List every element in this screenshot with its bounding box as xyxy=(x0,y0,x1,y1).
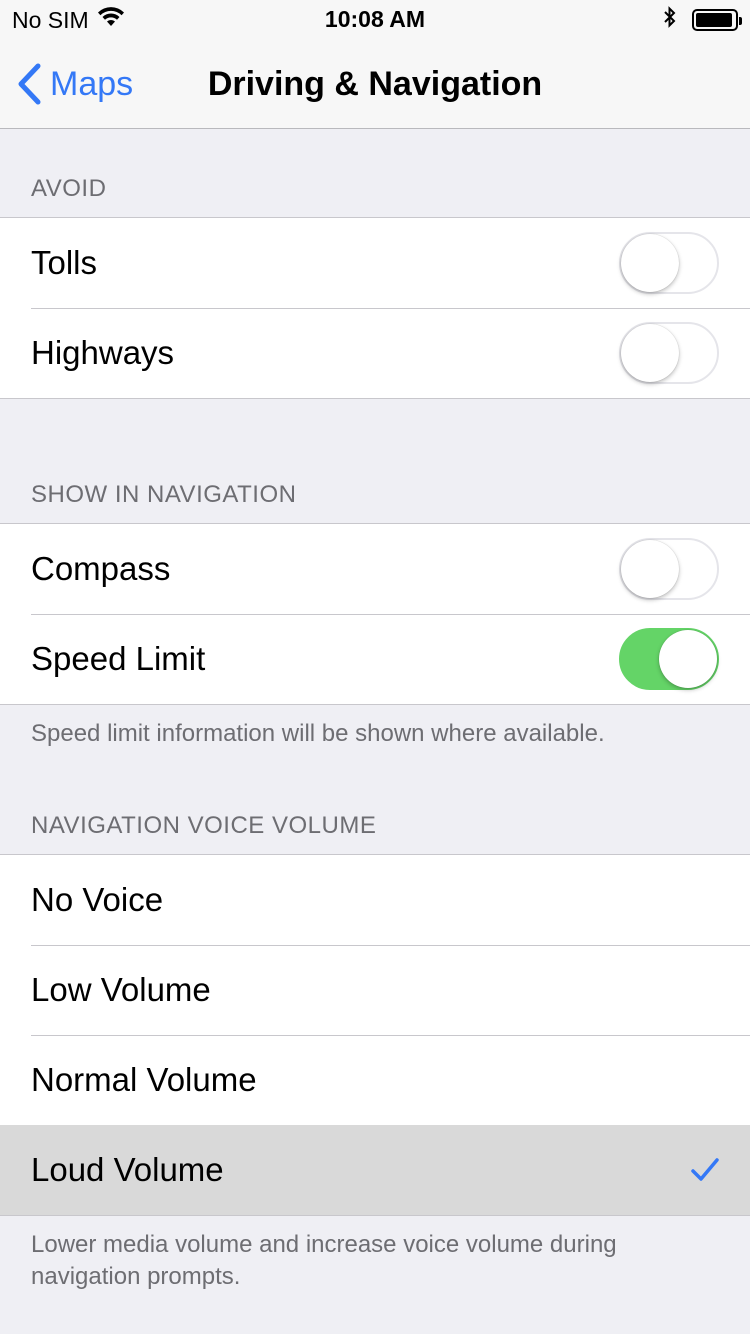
row-label: Highways xyxy=(31,334,175,371)
battery-icon xyxy=(692,9,742,31)
row-low-volume[interactable]: Low Volume xyxy=(0,945,750,1035)
row-normal-volume[interactable]: Normal Volume xyxy=(0,1035,750,1125)
row-label: Speed Limit xyxy=(31,640,206,677)
bluetooth-icon xyxy=(662,5,678,35)
status-time: 10:08 AM xyxy=(324,6,426,32)
row-label: Low Volume xyxy=(31,971,211,1008)
section-header-show-in-navigation: SHOW IN NAVIGATION xyxy=(31,481,297,508)
compass-toggle[interactable] xyxy=(619,538,719,600)
navigation-bar: Maps Driving & Navigation xyxy=(0,40,750,129)
row-label: Tolls xyxy=(31,244,98,281)
row-loud-volume[interactable]: Loud Volume xyxy=(0,1125,750,1215)
section-header-voice-volume: NAVIGATION VOICE VOLUME xyxy=(31,812,377,839)
row-label: No Voice xyxy=(31,881,164,918)
settings-screen: No SIM 10:08 AM Maps Driving & Navigatio… xyxy=(0,0,750,1334)
section-header-avoid: AVOID xyxy=(31,175,107,202)
row-tolls: Tolls xyxy=(0,218,750,308)
speed-limit-toggle[interactable] xyxy=(619,628,719,690)
voice-volume-footer: Lower media volume and increase voice vo… xyxy=(31,1231,617,1290)
row-highways: Highways xyxy=(0,308,750,398)
row-speed-limit: Speed Limit xyxy=(0,614,750,704)
row-label: Loud Volume xyxy=(31,1151,224,1188)
speed-limit-footer: Speed limit information will be shown wh… xyxy=(31,720,605,747)
row-compass: Compass xyxy=(0,524,750,614)
status-bar: No SIM 10:08 AM xyxy=(0,0,750,40)
row-no-voice[interactable]: No Voice xyxy=(0,855,750,945)
tolls-toggle[interactable] xyxy=(619,232,719,294)
voice-volume-group: No Voice Low Volume Normal Volume Loud V… xyxy=(0,854,750,1216)
status-right xyxy=(662,5,742,35)
show-in-navigation-group: Compass Speed Limit xyxy=(0,523,750,705)
row-label: Compass xyxy=(31,550,171,587)
checkmark-icon xyxy=(691,1158,719,1181)
page-title: Driving & Navigation xyxy=(207,65,543,103)
row-label: Normal Volume xyxy=(31,1061,257,1098)
highways-toggle[interactable] xyxy=(619,322,719,384)
avoid-group: Tolls Highways xyxy=(0,217,750,399)
